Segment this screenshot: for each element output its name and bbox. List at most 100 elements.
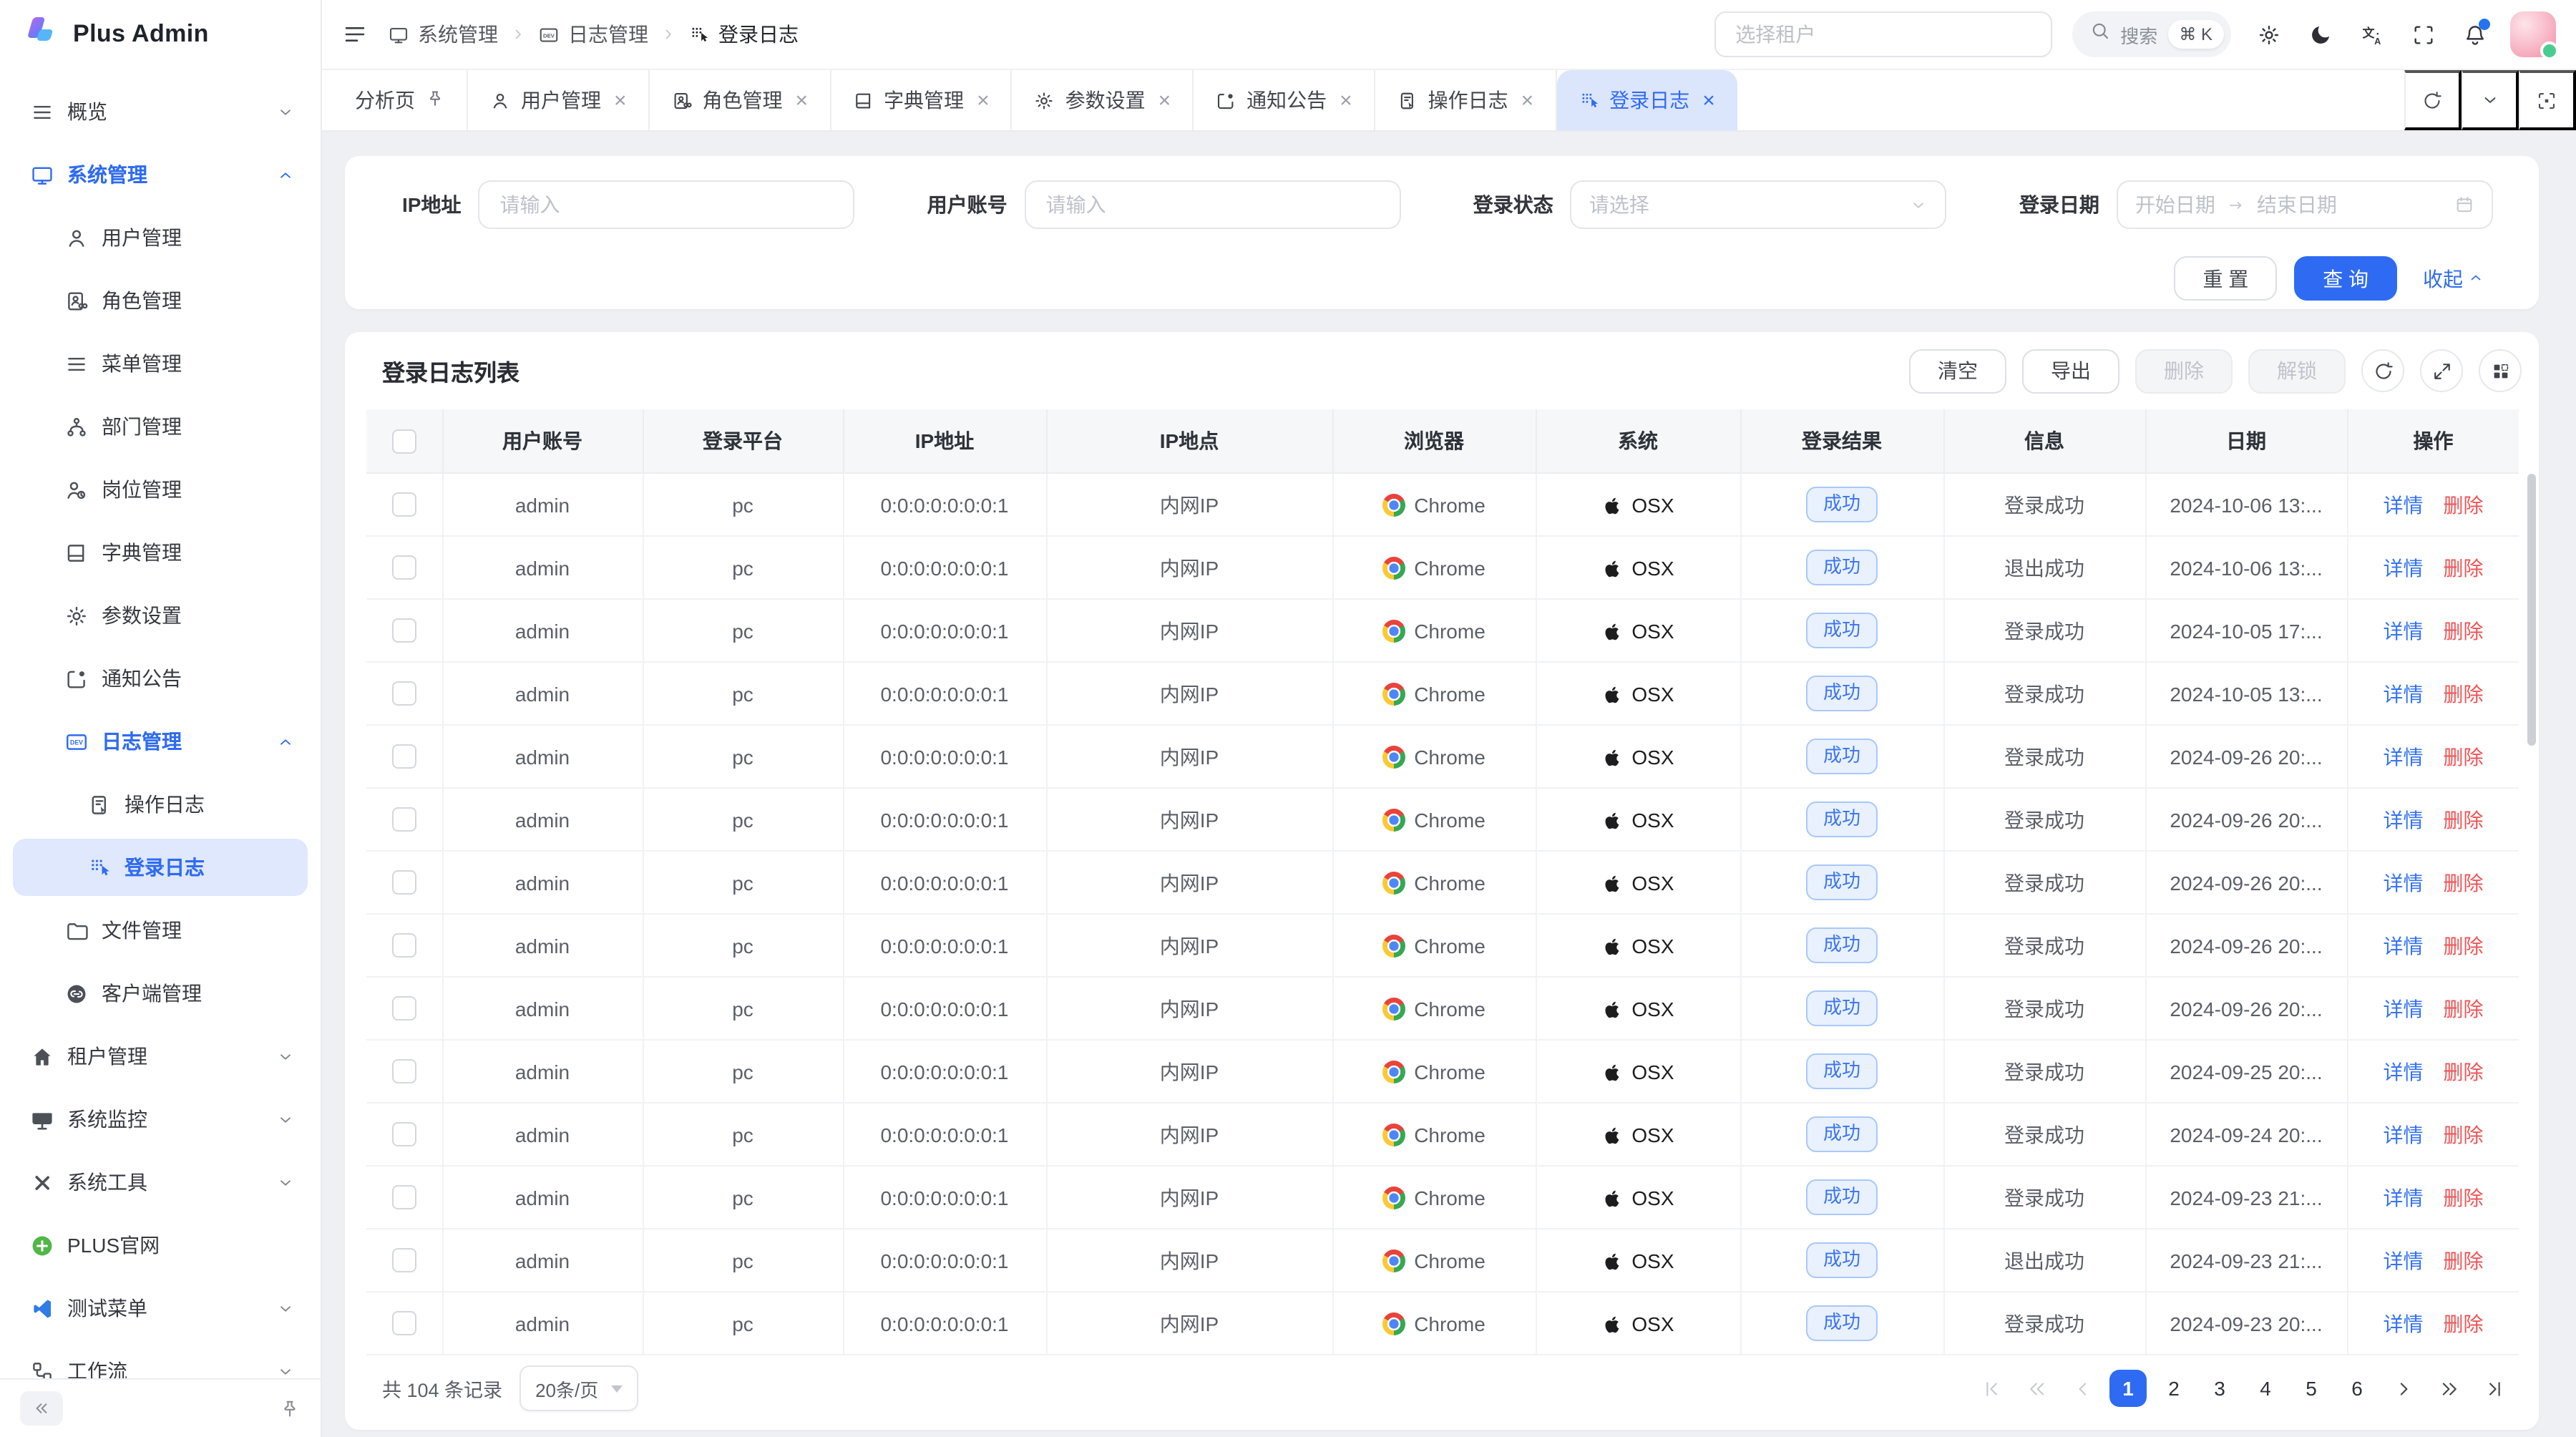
close-icon[interactable]: × — [1340, 89, 1352, 111]
page-number-1[interactable]: 1 — [2109, 1370, 2147, 1407]
detail-link[interactable]: 详情 — [2384, 493, 2424, 516]
detail-link[interactable]: 详情 — [2384, 1312, 2424, 1335]
filter-input-field[interactable] — [1043, 192, 1382, 218]
delete-link[interactable]: 删除 — [2444, 1060, 2484, 1083]
column-settings-icon[interactable] — [2479, 349, 2522, 392]
delete-link[interactable]: 删除 — [2444, 871, 2484, 894]
tab-6[interactable]: 操作日志× — [1375, 70, 1557, 130]
search-button[interactable]: 查 询 — [2294, 256, 2397, 301]
page-next-icon[interactable] — [2384, 1370, 2421, 1407]
reset-button[interactable]: 重 置 — [2174, 256, 2277, 301]
delete-link[interactable]: 删除 — [2444, 682, 2484, 705]
tab-7[interactable]: 登录日志× — [1556, 70, 1738, 130]
close-icon[interactable]: × — [1521, 89, 1534, 111]
tenant-select[interactable] — [1714, 11, 2051, 57]
detail-link[interactable]: 详情 — [2384, 997, 2424, 1020]
fullscreen-icon[interactable] — [2411, 22, 2436, 47]
detail-link[interactable]: 详情 — [2384, 1123, 2424, 1146]
sidebar-item-19[interactable]: 测试菜单 — [13, 1280, 308, 1337]
row-checkbox[interactable] — [392, 808, 416, 832]
tab-refresh-icon[interactable] — [2404, 70, 2462, 130]
sidebar-item-12[interactable]: 登录日志 — [13, 839, 308, 896]
page-double-next-icon[interactable] — [2430, 1370, 2467, 1407]
user-avatar[interactable] — [2510, 11, 2556, 57]
delete-link[interactable]: 删除 — [2444, 745, 2484, 768]
detail-link[interactable]: 详情 — [2384, 1186, 2424, 1209]
sidebar-item-2[interactable]: 用户管理 — [13, 209, 308, 266]
sidebar-item-20[interactable]: 工作流 — [13, 1343, 308, 1378]
sidebar-item-11[interactable]: 操作日志 — [13, 776, 308, 833]
collapse-filter-button[interactable]: 收起 — [2414, 263, 2493, 294]
sidebar-item-14[interactable]: 客户端管理 — [13, 965, 308, 1022]
toolbar-button-0[interactable]: 清空 — [1909, 349, 2006, 393]
row-checkbox[interactable] — [392, 493, 416, 517]
filter-input[interactable] — [478, 180, 854, 229]
sidebar-item-15[interactable]: 租户管理 — [13, 1028, 308, 1085]
detail-link[interactable]: 详情 — [2384, 556, 2424, 579]
row-checkbox[interactable] — [392, 619, 416, 643]
sidebar-item-10[interactable]: DEV日志管理 — [13, 713, 308, 770]
date-range-picker[interactable]: 开始日期结束日期 — [2117, 180, 2493, 229]
refresh-icon[interactable] — [2361, 349, 2404, 392]
settings-gear-icon[interactable] — [2257, 22, 2281, 47]
row-checkbox[interactable] — [392, 1060, 416, 1084]
brand[interactable]: Plus Admin — [0, 0, 321, 69]
language-translate-icon[interactable]: 文A — [2360, 22, 2384, 47]
tab-3[interactable]: 字典管理× — [831, 70, 1013, 130]
sidebar-item-3[interactable]: 角色管理 — [13, 272, 308, 329]
sidebar-item-9[interactable]: 通知公告 — [13, 650, 308, 707]
page-number-6[interactable]: 6 — [2338, 1370, 2376, 1407]
delete-link[interactable]: 删除 — [2444, 1249, 2484, 1272]
tab-1[interactable]: 用户管理× — [468, 70, 650, 130]
tab-2[interactable]: 角色管理× — [650, 70, 831, 130]
page-double-prev-icon[interactable] — [2018, 1370, 2055, 1407]
detail-link[interactable]: 详情 — [2384, 934, 2424, 957]
hamburger-icon[interactable] — [342, 21, 368, 47]
tab-menu-chevron-icon[interactable] — [2462, 70, 2519, 130]
sidebar-item-1[interactable]: 系统管理 — [13, 146, 308, 203]
page-number-4[interactable]: 4 — [2247, 1370, 2284, 1407]
sidebar-item-17[interactable]: 系统工具 — [13, 1154, 308, 1211]
breadcrumb-item-0[interactable]: 系统管理 — [388, 20, 498, 49]
sidebar-item-8[interactable]: 参数设置 — [13, 587, 308, 644]
row-checkbox[interactable] — [392, 871, 416, 895]
tab-5[interactable]: 通知公告× — [1194, 70, 1375, 130]
tab-fullscreen-icon[interactable] — [2519, 70, 2576, 130]
close-icon[interactable]: × — [614, 89, 627, 111]
detail-link[interactable]: 详情 — [2384, 745, 2424, 768]
sidebar-item-4[interactable]: 菜单管理 — [13, 335, 308, 392]
filter-select[interactable]: 请选择 — [1571, 180, 1947, 229]
toolbar-button-1[interactable]: 导出 — [2022, 349, 2119, 393]
dark-mode-moon-icon[interactable] — [2308, 22, 2333, 47]
sidebar-pin-button[interactable] — [279, 1398, 301, 1419]
row-checkbox[interactable] — [392, 997, 416, 1021]
row-checkbox[interactable] — [392, 1186, 416, 1210]
sidebar-item-6[interactable]: 岗位管理 — [13, 461, 308, 518]
row-checkbox[interactable] — [392, 934, 416, 958]
row-checkbox[interactable] — [392, 682, 416, 706]
delete-link[interactable]: 删除 — [2444, 619, 2484, 642]
close-icon[interactable]: × — [1158, 89, 1171, 111]
detail-link[interactable]: 详情 — [2384, 682, 2424, 705]
tab-0[interactable]: 分析页 — [333, 70, 468, 130]
notification-bell-icon[interactable] — [2463, 22, 2487, 47]
row-checkbox[interactable] — [392, 745, 416, 769]
filter-input[interactable] — [1025, 180, 1401, 229]
tenant-select-input[interactable] — [1732, 21, 2033, 47]
detail-link[interactable]: 详情 — [2384, 619, 2424, 642]
sidebar-item-7[interactable]: 字典管理 — [13, 524, 308, 581]
detail-link[interactable]: 详情 — [2384, 808, 2424, 831]
row-checkbox[interactable] — [392, 1312, 416, 1336]
sidebar-item-18[interactable]: PLUS官网 — [13, 1217, 308, 1274]
page-number-2[interactable]: 2 — [2155, 1370, 2192, 1407]
sidebar-item-13[interactable]: 文件管理 — [13, 902, 308, 959]
delete-link[interactable]: 删除 — [2444, 493, 2484, 516]
breadcrumb-item-2[interactable]: 登录日志 — [688, 20, 799, 49]
select-all-checkbox[interactable] — [392, 429, 416, 454]
close-icon[interactable]: × — [977, 89, 990, 111]
filter-input-field[interactable] — [497, 192, 836, 218]
delete-link[interactable]: 删除 — [2444, 1123, 2484, 1146]
sidebar-item-0[interactable]: 概览 — [13, 83, 308, 140]
global-search[interactable]: 搜索 ⌘ K — [2072, 11, 2231, 57]
delete-link[interactable]: 删除 — [2444, 934, 2484, 957]
